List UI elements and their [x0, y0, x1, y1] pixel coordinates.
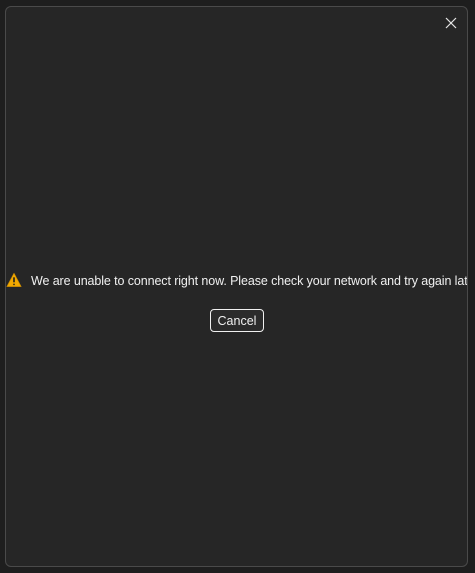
warning-icon	[6, 272, 22, 288]
close-button[interactable]	[437, 9, 465, 37]
close-icon	[445, 17, 457, 29]
dialog-window: We are unable to connect right now. Plea…	[5, 6, 468, 567]
error-message-text: We are unable to connect right now. Plea…	[31, 274, 468, 288]
error-message-row: We are unable to connect right now. Plea…	[6, 271, 468, 291]
cancel-button[interactable]: Cancel	[210, 309, 264, 332]
